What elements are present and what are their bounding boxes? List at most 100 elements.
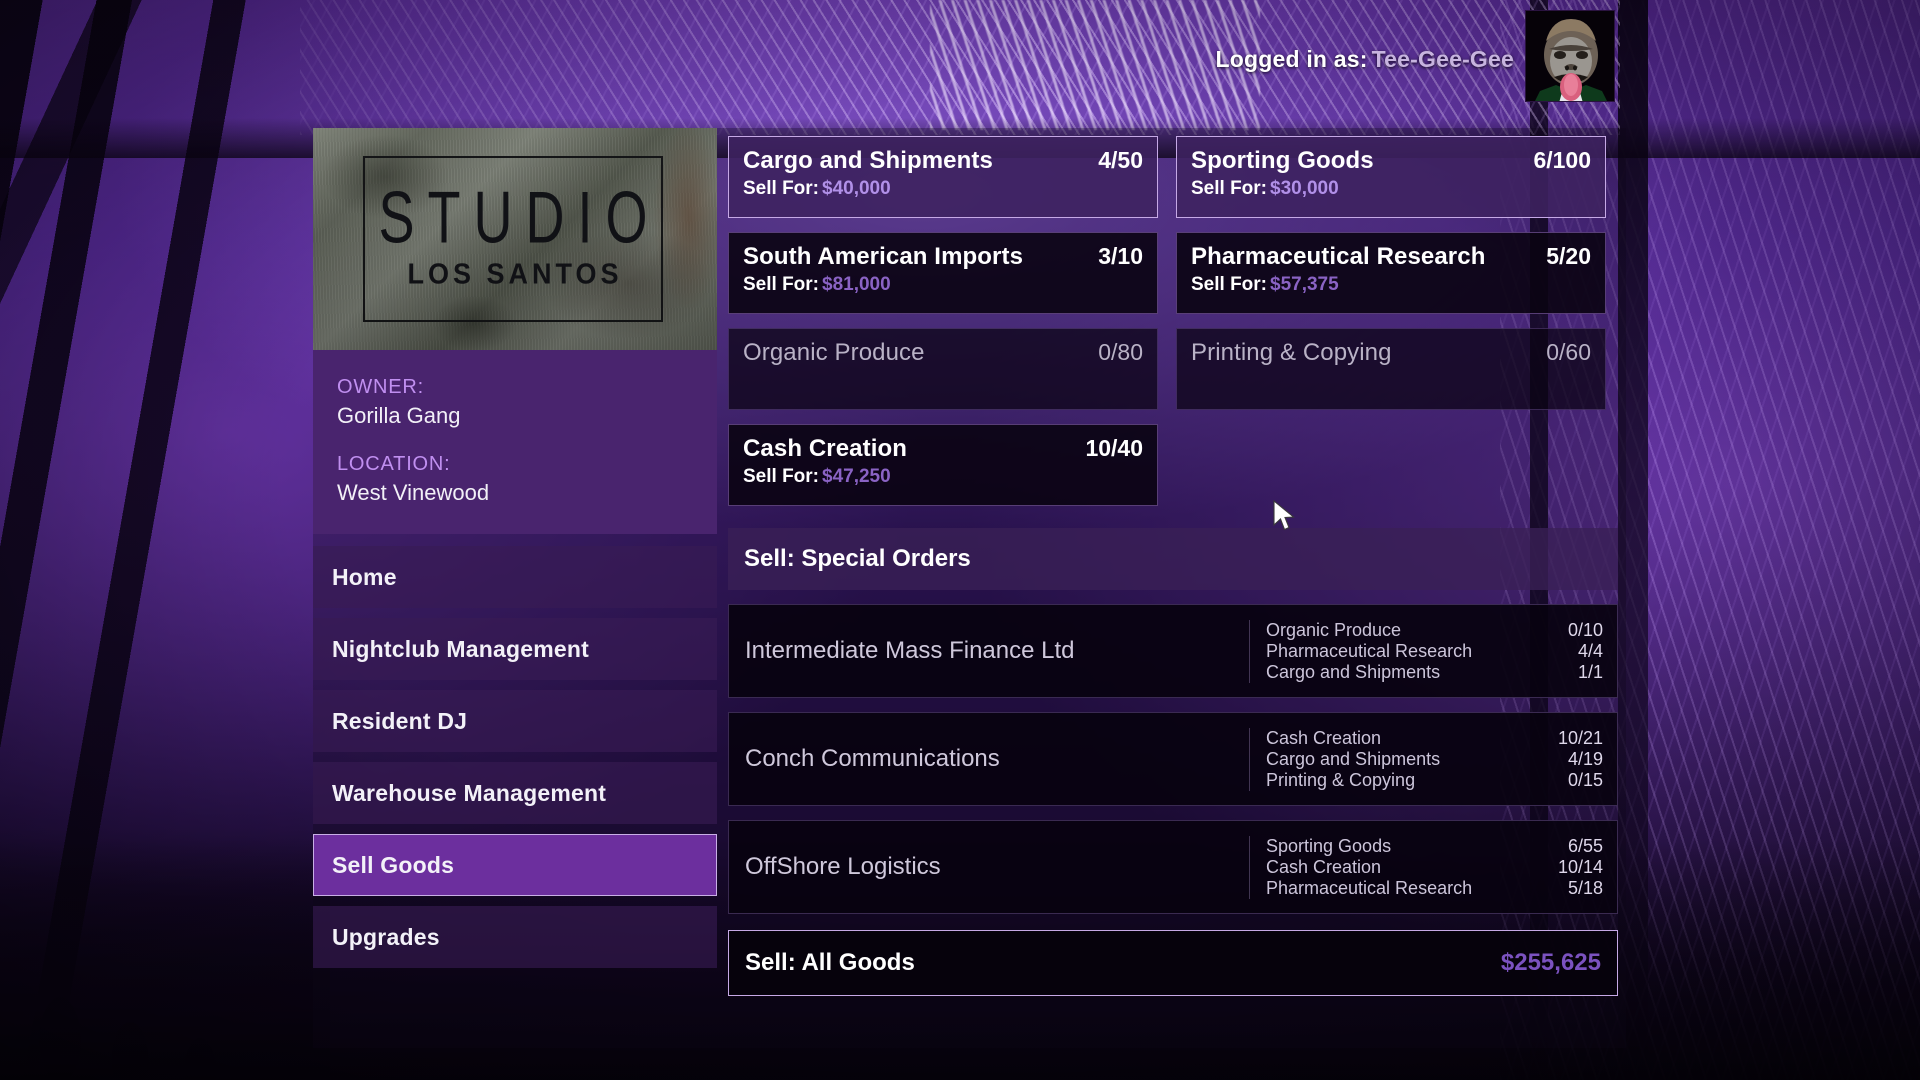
special-order-item-name: Cash Creation xyxy=(1266,728,1381,749)
gorilla-avatar-icon xyxy=(1526,11,1615,102)
special-order-company: Conch Communications xyxy=(729,745,1249,773)
goods-card-count: 3/10 xyxy=(1098,243,1143,270)
special-order-item-qty: 4/19 xyxy=(1568,749,1603,770)
goods-card-header: Organic Produce0/80 xyxy=(743,339,1143,367)
special-order-item: Cash Creation 10/21 xyxy=(1266,728,1603,749)
sidebar-nav: Home Nightclub Management Resident DJ Wareh… xyxy=(313,546,717,968)
special-order-items: Organic Produce0/10Pharmaceutical Resear… xyxy=(1249,620,1617,683)
sell-for-value: $81,000 xyxy=(822,274,891,295)
sidebar-item-nightclub-management[interactable]: Nightclub Management xyxy=(313,618,717,680)
goods-card-sell-for: Sell For:$40,000 xyxy=(743,178,1143,200)
logged-in-label: Logged in as: xyxy=(1216,46,1368,72)
goods-card-name: Pharmaceutical Research xyxy=(1191,243,1485,271)
special-orders-list: Intermediate Mass Finance LtdOrganic Pro… xyxy=(728,604,1618,914)
special-order-row[interactable]: Conch CommunicationsCash Creation10/21Ca… xyxy=(728,712,1618,806)
goods-card-south-american-imports[interactable]: South American Imports3/10 Sell For:$81,0… xyxy=(728,232,1158,314)
sidebar-item-resident-dj[interactable]: Resident DJ xyxy=(313,690,717,752)
sidebar-item-sell-goods[interactable]: Sell Goods xyxy=(313,834,717,896)
special-order-item: Pharmaceutical Research5/18 xyxy=(1266,878,1603,899)
location-value: West Vinewood xyxy=(337,480,693,506)
goods-card-placeholder xyxy=(1176,424,1606,506)
goods-card-name: Cash Creation xyxy=(743,435,907,463)
sell-for-value: $30,000 xyxy=(1270,178,1339,199)
venue-logo: STUDIO LOS SANTOS xyxy=(313,128,717,350)
special-order-item-qty: 0/10 xyxy=(1568,620,1603,641)
goods-card-pharmaceutical-research[interactable]: Pharmaceutical Research 5/20 Sell For:$57,… xyxy=(1176,232,1606,314)
goods-card-sporting-goods[interactable]: Sporting Goods6/100Sell For:$30,000 xyxy=(1176,136,1606,218)
avatar[interactable] xyxy=(1525,10,1615,102)
sidebar-item-label: Resident DJ xyxy=(332,708,467,735)
venue-meta-panel: OWNER: Gorilla Gang LOCATION: West Vinew… xyxy=(313,350,717,534)
special-order-item-qty: 10/14 xyxy=(1558,857,1603,878)
sell-for-value: $47,250 xyxy=(822,466,891,487)
special-order-items: Cash Creation 10/21 Cargo and Shipments 4/1… xyxy=(1249,728,1617,791)
special-order-item-name: Printing & Copying xyxy=(1266,770,1415,791)
special-order-item-qty: 4/4 xyxy=(1578,641,1603,662)
special-orders-title: Sell: Special Orders xyxy=(744,545,971,573)
goods-card-sell-for: Sell For:$47,250 xyxy=(743,466,1143,488)
goods-card-header: Cash Creation 10/40 xyxy=(743,435,1143,463)
special-order-item: Printing & Copying 0/15 xyxy=(1266,770,1603,791)
sidebar-item-label: Upgrades xyxy=(332,924,440,951)
goods-card-header: South American Imports3/10 xyxy=(743,243,1143,271)
goods-card-header: Sporting Goods6/100 xyxy=(1191,147,1591,175)
goods-card-count: 0/60 xyxy=(1546,339,1591,366)
nightclub-terminal-screen: Logged in as:Tee-Gee-Gee xyxy=(0,0,1920,1080)
special-order-item-qty: 0/15 xyxy=(1568,770,1603,791)
logged-in-username: Tee-Gee-Gee xyxy=(1372,46,1514,72)
goods-card-sell-for: Sell For:$81,000 xyxy=(743,274,1143,296)
sell-for-value: $40,000 xyxy=(822,178,891,199)
special-order-items: Sporting Goods 6/55 Cash Creation 10/14Phar… xyxy=(1249,836,1617,899)
special-order-item: Sporting Goods 6/55 xyxy=(1266,836,1603,857)
special-order-item-qty: 5/18 xyxy=(1568,878,1603,899)
goods-card-count: 0/80 xyxy=(1098,339,1143,366)
special-order-item: Cargo and Shipments 1/1 xyxy=(1266,662,1603,683)
special-order-item: Cash Creation 10/14 xyxy=(1266,857,1603,878)
special-order-item-name: Cash Creation xyxy=(1266,857,1381,878)
goods-card-header: Cargo and Shipments 4/50 xyxy=(743,147,1143,175)
sidebar-item-warehouse-management[interactable]: Warehouse Management xyxy=(313,762,717,824)
special-order-item: Pharmaceutical Research 4/4 xyxy=(1266,641,1603,662)
sidebar-item-label: Warehouse Management xyxy=(332,780,606,807)
sell-for-label: Sell For: xyxy=(1191,274,1267,295)
special-order-item-qty: 1/1 xyxy=(1578,662,1603,683)
sell-all-goods-total: $255,625 xyxy=(1501,949,1601,977)
goods-grid: Cargo and Shipments4/50Sell For:$40,000S… xyxy=(728,136,1618,506)
goods-card-count: 5/20 xyxy=(1546,243,1591,270)
goods-card-header: Pharmaceutical Research 5/20 xyxy=(1191,243,1591,271)
logo-shading xyxy=(313,128,717,350)
goods-card-sell-for: Sell For:$57,375 xyxy=(1191,274,1591,296)
sidebar-item-home[interactable]: Home xyxy=(313,546,717,608)
special-order-item-name: Cargo and Shipments xyxy=(1266,662,1440,683)
special-order-item-name: Sporting Goods xyxy=(1266,836,1391,857)
goods-card-count: 4/50 xyxy=(1098,147,1143,174)
special-order-row[interactable]: OffShore LogisticsSporting Goods6/55Cash… xyxy=(728,820,1618,914)
special-order-row[interactable]: Intermediate Mass Finance LtdOrganic Pro… xyxy=(728,604,1618,698)
sell-all-goods-button[interactable]: Sell: All Goods $255,625 xyxy=(728,930,1618,996)
special-order-item: Organic Produce 0/10 xyxy=(1266,620,1603,641)
sell-for-label: Sell For: xyxy=(743,466,819,487)
goods-card-count: 6/100 xyxy=(1533,147,1591,174)
sidebar-item-upgrades[interactable]: Upgrades xyxy=(313,906,717,968)
special-order-item-name: Pharmaceutical Research xyxy=(1266,641,1472,662)
goods-card-cash-creation[interactable]: Cash Creation 10/40 Sell For:$47,250 xyxy=(728,424,1158,506)
goods-card-printing-copying[interactable]: Printing & Copying 0/60 xyxy=(1176,328,1606,410)
goods-card-count: 10/40 xyxy=(1085,435,1143,462)
header-bar: Logged in as:Tee-Gee-Gee xyxy=(0,0,1920,122)
goods-card-name: Printing & Copying xyxy=(1191,339,1392,367)
sell-for-label: Sell For: xyxy=(743,178,819,199)
special-order-item-name: Cargo and Shipments xyxy=(1266,749,1440,770)
special-order-item-qty: 6/55 xyxy=(1568,836,1603,857)
sidebar-item-label: Nightclub Management xyxy=(332,636,589,663)
sell-for-label: Sell For: xyxy=(743,274,819,295)
sidebar: STUDIO LOS SANTOS OWNER: Gorilla Gang LO… xyxy=(313,128,717,978)
special-order-item-name: Organic Produce xyxy=(1266,620,1401,641)
goods-card-name: Cargo and Shipments xyxy=(743,147,993,175)
goods-card-cargo-and-shipments[interactable]: Cargo and Shipments 4/50 Sell For:$40,000 xyxy=(728,136,1158,218)
goods-card-organic-produce[interactable]: Organic Produce0/80 xyxy=(728,328,1158,410)
sell-all-goods-label: Sell: All Goods xyxy=(745,949,915,977)
special-order-item-qty: 10/21 xyxy=(1558,728,1603,749)
sell-for-value: $57,375 xyxy=(1270,274,1339,295)
special-order-item: Cargo and Shipments 4/19 xyxy=(1266,749,1603,770)
sidebar-item-label: Sell Goods xyxy=(332,852,454,879)
